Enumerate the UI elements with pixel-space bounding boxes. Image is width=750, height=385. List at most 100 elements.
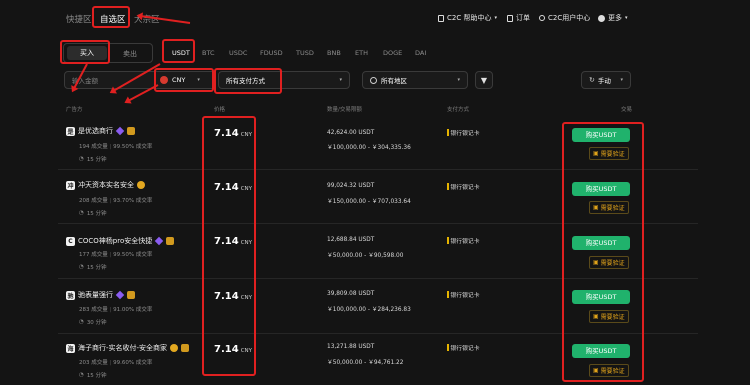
more-label: 更多	[608, 14, 622, 22]
advertiser-stats: 177 成交量 | 99.50% 成交率	[79, 252, 153, 258]
help-center-label: C2C 帮助中心	[447, 14, 492, 22]
coin-tab-btc[interactable]: BTC	[202, 49, 215, 57]
header-pay: 支付方式	[447, 107, 470, 113]
pay-time-label: 15 分钟	[86, 373, 107, 379]
payment-method-label: 银行银记卡	[450, 185, 480, 191]
header-trade: 交易	[621, 107, 633, 113]
advertiser-name-row[interactable]: 海 海子商行-实名收付-安全商家	[66, 343, 190, 353]
advertiser-logo: 驰	[66, 290, 75, 300]
more-icon	[598, 14, 605, 22]
order-icon	[507, 14, 513, 22]
coin-tab-usdc[interactable]: USDC	[229, 49, 247, 57]
trade-count: 203 成交量	[79, 360, 108, 366]
pay-time-label: 15 分钟	[86, 211, 107, 217]
trade-limit: ￥100,000.00 - ￥284,236.83	[327, 307, 411, 313]
advertiser-logo: C	[66, 236, 75, 246]
advertiser-name: COCO神杨pro安全快捷	[78, 237, 153, 245]
advertiser-stats: 203 成交量 | 99.60% 成交率	[79, 360, 153, 366]
pay-time: ◔ 15 分钟	[79, 209, 107, 217]
advertiser-name: 驰表量强行	[78, 291, 113, 299]
payment-color-bar	[447, 344, 449, 351]
trade-limit: ￥50,000.00 - ￥90,598.00	[327, 253, 404, 259]
payment-method-label: 银行银记卡	[450, 131, 480, 137]
chevron-down-icon: ▾	[457, 77, 460, 83]
completion-rate: 99.60% 成交率	[113, 360, 153, 366]
chevron-down-icon: ▾	[339, 77, 342, 83]
trade-count: 177 成交量	[79, 252, 108, 258]
clock-icon: ◔	[79, 319, 84, 325]
payment-color-bar	[447, 183, 449, 190]
available-amount: 13,271.88 USDT	[327, 344, 375, 350]
advertiser-stats: 194 成交量 | 99.50% 成交率	[79, 144, 153, 150]
coin-tab-doge[interactable]: DOGE	[383, 49, 402, 57]
chevron-down-icon: ▾	[494, 15, 497, 21]
trade-count: 208 成交量	[79, 198, 108, 204]
sell-button[interactable]: 卖出	[123, 49, 137, 59]
advertiser-name-row[interactable]: C COCO神杨pro安全快捷	[66, 236, 175, 246]
advertiser-name-row[interactable]: 驰 驰表量强行	[66, 290, 135, 300]
shield-badge-icon	[181, 344, 190, 352]
refresh-wrap: ↻ 手动	[589, 75, 611, 85]
region-select[interactable]: 所有地区 ▾	[362, 71, 468, 89]
region-label-wrap: 所有地区	[370, 75, 407, 85]
chevron-down-icon: ▾	[625, 15, 628, 21]
diamond-badge-icon	[155, 236, 164, 246]
nav-orders[interactable]: 订单	[507, 13, 530, 23]
completion-rate: 99.50% 成交率	[113, 252, 153, 258]
clock-icon: ◔	[79, 372, 84, 378]
trade-limit: ￥100,000.00 - ￥304,335.36	[327, 145, 411, 151]
shield-badge-icon	[127, 127, 135, 135]
payment-method: 银行银记卡	[447, 128, 480, 137]
payment-method: 银行银记卡	[447, 290, 480, 299]
available-amount: 39,809.08 USDT	[327, 291, 375, 297]
verified-badge-icon	[137, 181, 145, 189]
coin-tab-eth[interactable]: ETH	[355, 49, 368, 57]
trade-limit: ￥50,000.00 - ￥94,761.22	[327, 360, 404, 366]
annotation-box-price-column	[202, 116, 256, 376]
coin-tab-bnb[interactable]: BNB	[327, 49, 341, 57]
advertiser-name: 冲天资本实名安全	[78, 181, 134, 189]
payment-method: 银行银记卡	[447, 236, 480, 245]
annotation-box-buy-column	[562, 122, 644, 382]
coin-tab-tusd[interactable]: TUSD	[296, 49, 314, 57]
advertiser-name: 海子商行-实名收付-安全商家	[78, 344, 168, 352]
filter-button[interactable]: ▼	[475, 71, 493, 89]
nav-user-center[interactable]: C2C用户中心	[539, 13, 590, 23]
payment-color-bar	[447, 237, 449, 244]
help-doc-icon	[438, 14, 444, 22]
completion-rate: 91.00% 成交率	[113, 307, 153, 313]
payment-color-bar	[447, 291, 449, 298]
advertiser-name-row[interactable]: 是 是优选商行	[66, 126, 135, 136]
payment-method-label: 银行银记卡	[450, 293, 480, 299]
coin-tab-dai[interactable]: DAI	[415, 49, 426, 57]
annotation-box-self-select	[92, 6, 130, 28]
nav-more[interactable]: 更多 ▾	[598, 13, 628, 23]
refresh-icon: ↻	[589, 76, 595, 84]
header-advertiser: 广告方	[66, 107, 83, 113]
trade-count: 194 成交量	[79, 144, 108, 150]
trade-count: 283 成交量	[79, 307, 108, 313]
advertiser-stats: 283 成交量 | 91.00% 成交率	[79, 307, 153, 313]
refresh-label: 手动	[597, 77, 611, 85]
region-label: 所有地区	[381, 77, 407, 85]
filter-icon: ▼	[480, 75, 488, 85]
tab-quick[interactable]: 快捷区	[66, 13, 92, 25]
completion-rate: 99.50% 成交率	[113, 144, 153, 150]
shield-badge-icon	[127, 291, 135, 299]
available-amount: 12,688.84 USDT	[327, 237, 375, 243]
nav-help-center[interactable]: C2C 帮助中心 ▾	[438, 13, 497, 23]
user-icon	[539, 15, 545, 21]
coin-tab-fdusd[interactable]: FDUSD	[260, 49, 283, 57]
verified-badge-icon	[170, 344, 179, 352]
pay-time: ◔ 15 分钟	[79, 155, 107, 163]
advertiser-name-row[interactable]: 冲 冲天资本实名安全	[66, 180, 145, 190]
clock-icon: ◔	[79, 210, 84, 216]
globe-icon	[370, 76, 377, 84]
annotation-box-currency	[154, 68, 214, 92]
pay-time-label: 30 分钟	[86, 320, 107, 326]
payment-color-bar	[447, 129, 449, 136]
payment-method: 银行银记卡	[447, 182, 480, 191]
pay-time: ◔ 30 分钟	[79, 318, 107, 326]
refresh-select[interactable]: ↻ 手动 ▾	[581, 71, 631, 89]
trade-limit: ￥150,000.00 - ￥707,033.64	[327, 199, 411, 205]
